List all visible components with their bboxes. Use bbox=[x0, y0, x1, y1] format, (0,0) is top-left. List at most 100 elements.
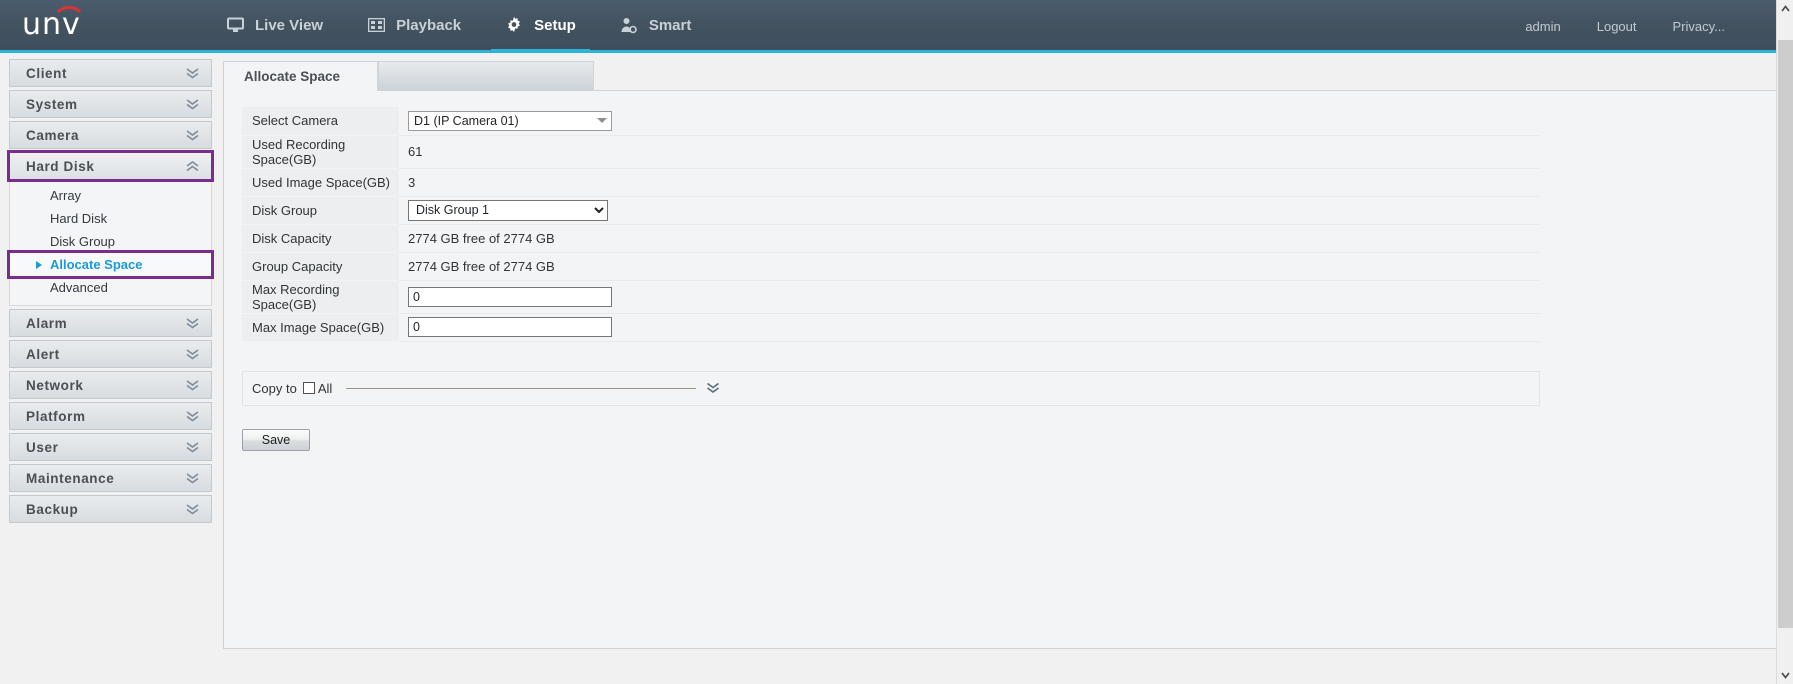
sidebar-item-disk-group[interactable]: Disk Group bbox=[10, 230, 211, 253]
row-used-image-space: Used Image Space(GB) 3 bbox=[242, 168, 1540, 197]
sidebar-item-camera[interactable]: Camera bbox=[9, 121, 212, 149]
nav-live-view-label: Live View bbox=[255, 16, 324, 34]
header-user-area: admin Logout Privacy... bbox=[1525, 0, 1725, 53]
main-nav: Live View Playback Setup Smart bbox=[204, 0, 713, 52]
sidebar-item-alarm[interactable]: Alarm bbox=[9, 309, 212, 337]
chevron-down-icon bbox=[186, 317, 199, 329]
sidebar-item-array[interactable]: Array bbox=[10, 184, 211, 207]
sidebar-item-network[interactable]: Network bbox=[9, 371, 212, 399]
sidebar-item-hard-disk[interactable]: Hard Disk bbox=[7, 150, 214, 182]
sidebar-item-user-label: User bbox=[26, 439, 59, 455]
sidebar-item-maintenance[interactable]: Maintenance bbox=[9, 464, 212, 492]
sidebar-group-client: Client bbox=[9, 59, 212, 87]
sidebar-item-backup-label: Backup bbox=[26, 501, 79, 517]
max-recording-space-input[interactable] bbox=[408, 286, 612, 307]
sidebar-item-network-label: Network bbox=[26, 377, 84, 393]
unv-logo: unv bbox=[0, 0, 200, 52]
scrollbar-thumb[interactable] bbox=[1778, 40, 1793, 628]
sidebar-item-client[interactable]: Client bbox=[9, 59, 212, 87]
sidebar-group-system: System bbox=[9, 90, 212, 118]
scroll-up-arrow-icon[interactable] bbox=[1777, 0, 1793, 17]
sidebar-item-allocate-space-label: Allocate Space bbox=[50, 257, 143, 272]
nav-playback-label: Playback bbox=[396, 16, 462, 34]
copy-to-section: Copy to All bbox=[242, 370, 1540, 406]
select-camera-value: D1 (IP Camera 01) bbox=[414, 113, 519, 128]
sidebar-nav: Client System Camera Hard Disk Array Har… bbox=[7, 53, 214, 684]
sidebar-item-allocate-space[interactable]: Allocate Space bbox=[7, 250, 214, 279]
sidebar-item-disk-group-label: Disk Group bbox=[50, 234, 116, 249]
tab-allocate-space[interactable]: Allocate Space bbox=[223, 61, 378, 91]
triangle-right-icon bbox=[36, 260, 42, 269]
nav-live-view[interactable]: Live View bbox=[204, 0, 345, 52]
chevron-down-icon bbox=[186, 379, 199, 391]
row-group-capacity: Group Capacity 2774 GB free of 2774 GB bbox=[242, 252, 1540, 281]
sidebar-item-backup[interactable]: Backup bbox=[9, 495, 212, 523]
sidebar-item-hard-disk-sub[interactable]: Hard Disk bbox=[10, 207, 211, 230]
page-body: Client System Camera Hard Disk Array Har… bbox=[0, 53, 1793, 684]
value-used-recording-space: 61 bbox=[399, 135, 1540, 169]
sidebar-group-backup: Backup bbox=[9, 495, 212, 523]
sidebar-group-camera: Camera bbox=[9, 121, 212, 149]
nav-setup[interactable]: Setup bbox=[483, 0, 598, 52]
gear-icon bbox=[505, 16, 523, 34]
sidebar-item-system[interactable]: System bbox=[9, 90, 212, 118]
person-search-icon bbox=[620, 16, 638, 34]
nav-smart-label: Smart bbox=[648, 16, 692, 34]
caret-down-icon bbox=[597, 118, 607, 124]
page-scrollbar[interactable] bbox=[1776, 0, 1793, 684]
chevron-down-icon bbox=[186, 67, 199, 79]
chevron-down-icon bbox=[186, 98, 199, 110]
sidebar-item-maintenance-label: Maintenance bbox=[26, 470, 115, 486]
sidebar-group-network: Network bbox=[9, 371, 212, 399]
chevron-double-down-icon[interactable] bbox=[706, 382, 720, 394]
nav-smart[interactable]: Smart bbox=[598, 0, 714, 52]
save-button[interactable]: Save bbox=[242, 428, 310, 451]
logo-text: unv bbox=[22, 6, 81, 42]
tab-allocate-space-label: Allocate Space bbox=[244, 69, 341, 84]
max-image-space-input[interactable] bbox=[408, 317, 612, 337]
row-used-recording-space: Used Recording Space(GB) 61 bbox=[242, 135, 1540, 169]
allocate-space-panel: Select Camera D1 (IP Camera 01) Used Rec… bbox=[223, 90, 1793, 649]
row-disk-group: Disk Group Disk Group 1 bbox=[242, 196, 1540, 225]
sidebar-item-alert[interactable]: Alert bbox=[9, 340, 212, 368]
sidebar-item-client-label: Client bbox=[26, 65, 68, 81]
sidebar-group-alarm: Alarm bbox=[9, 309, 212, 337]
sidebar-item-alarm-label: Alarm bbox=[26, 315, 68, 331]
sidebar-item-user[interactable]: User bbox=[9, 433, 212, 461]
chevron-down-icon bbox=[186, 348, 199, 360]
select-camera-dropdown[interactable]: D1 (IP Camera 01) bbox=[408, 110, 612, 131]
allocate-space-form: Select Camera D1 (IP Camera 01) Used Rec… bbox=[242, 107, 1540, 342]
privacy-link[interactable]: Privacy... bbox=[1673, 19, 1726, 34]
label-used-recording-space: Used Recording Space(GB) bbox=[242, 135, 399, 169]
copy-to-all-label: All bbox=[317, 380, 333, 396]
tab-strip: Allocate Space bbox=[223, 61, 1793, 91]
sidebar-group-maintenance: Maintenance bbox=[9, 464, 212, 492]
row-disk-capacity: Disk Capacity 2774 GB free of 2774 GB bbox=[242, 224, 1540, 253]
sidebar-item-alert-label: Alert bbox=[26, 346, 60, 362]
value-disk-capacity: 2774 GB free of 2774 GB bbox=[399, 224, 1540, 253]
tab-filler bbox=[378, 61, 594, 91]
logout-link[interactable]: Logout bbox=[1597, 19, 1637, 34]
scroll-down-arrow-icon[interactable] bbox=[1777, 667, 1793, 684]
copy-to-label: Copy to bbox=[252, 380, 297, 396]
disk-group-select[interactable]: Disk Group 1 bbox=[408, 199, 608, 221]
sidebar-group-platform: Platform bbox=[9, 402, 212, 430]
chevron-up-icon bbox=[186, 160, 199, 172]
chevron-down-icon bbox=[186, 129, 199, 141]
copy-to-all-checkbox[interactable] bbox=[302, 382, 315, 394]
sidebar-item-platform[interactable]: Platform bbox=[9, 402, 212, 430]
current-user-label: admin bbox=[1525, 19, 1561, 34]
sidebar-item-camera-label: Camera bbox=[26, 127, 80, 143]
monitor-icon bbox=[226, 16, 244, 34]
sidebar-item-hard-disk-label: Hard Disk bbox=[26, 158, 95, 174]
nav-playback[interactable]: Playback bbox=[345, 0, 483, 52]
value-group-capacity: 2774 GB free of 2774 GB bbox=[399, 252, 1540, 281]
label-used-image-space: Used Image Space(GB) bbox=[242, 168, 399, 197]
sidebar-item-advanced[interactable]: Advanced bbox=[10, 276, 211, 299]
label-select-camera: Select Camera bbox=[242, 107, 399, 136]
top-header: unv Live View Playback Setup Smart admin… bbox=[0, 0, 1793, 53]
label-disk-group: Disk Group bbox=[242, 196, 399, 225]
sidebar-item-platform-label: Platform bbox=[26, 408, 86, 424]
copy-to-divider bbox=[346, 387, 697, 389]
row-max-recording-space: Max Recording Space(GB) bbox=[242, 280, 1540, 314]
